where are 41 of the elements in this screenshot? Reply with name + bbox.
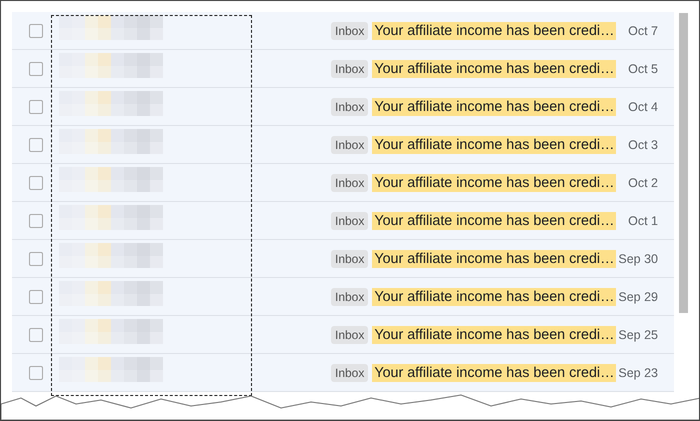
email-date: Oct 3 [628, 138, 658, 152]
checkbox[interactable] [29, 24, 43, 38]
inbox-label: Inbox [331, 212, 368, 230]
email-subject[interactable]: Your affiliate income has been credi… [372, 250, 616, 268]
email-date: Oct 5 [628, 62, 658, 76]
email-date: Oct 7 [628, 24, 658, 38]
inbox-label: Inbox [331, 60, 368, 78]
email-date: Sep 30 [618, 252, 658, 266]
scrollbar[interactable] [679, 13, 688, 313]
inbox-label: Inbox [331, 326, 368, 344]
checkbox[interactable] [29, 290, 43, 304]
inbox-label: Inbox [331, 364, 368, 382]
email-date: Sep 23 [618, 366, 658, 380]
email-subject[interactable]: Your affiliate income has been credi… [372, 364, 616, 382]
checkbox[interactable] [29, 176, 43, 190]
checkbox[interactable] [29, 366, 43, 380]
inbox-label: Inbox [331, 288, 368, 306]
inbox-label: Inbox [331, 136, 368, 154]
email-date: Sep 25 [618, 328, 658, 342]
checkbox[interactable] [29, 252, 43, 266]
email-subject[interactable]: Your affiliate income has been credi… [372, 326, 616, 344]
email-subject[interactable]: Your affiliate income has been credi… [372, 60, 616, 78]
email-subject[interactable]: Your affiliate income has been credi… [372, 136, 616, 154]
checkbox[interactable] [29, 138, 43, 152]
email-date: Oct 2 [628, 176, 658, 190]
checkbox[interactable] [29, 214, 43, 228]
email-subject[interactable]: Your affiliate income has been credi… [372, 212, 616, 230]
email-date: Oct 4 [628, 100, 658, 114]
inbox-label: Inbox [331, 98, 368, 116]
checkbox[interactable] [29, 62, 43, 76]
email-subject[interactable]: Your affiliate income has been credi… [372, 98, 616, 116]
email-date: Sep 29 [618, 290, 658, 304]
email-date: Oct 1 [628, 214, 658, 228]
email-subject[interactable]: Your affiliate income has been credi… [372, 22, 616, 40]
email-subject[interactable]: Your affiliate income has been credi… [372, 174, 616, 192]
checkbox[interactable] [29, 100, 43, 114]
inbox-label: Inbox [331, 174, 368, 192]
inbox-label: Inbox [331, 250, 368, 268]
inbox-label: Inbox [331, 22, 368, 40]
checkbox[interactable] [29, 328, 43, 342]
email-subject[interactable]: Your affiliate income has been credi… [372, 288, 616, 306]
